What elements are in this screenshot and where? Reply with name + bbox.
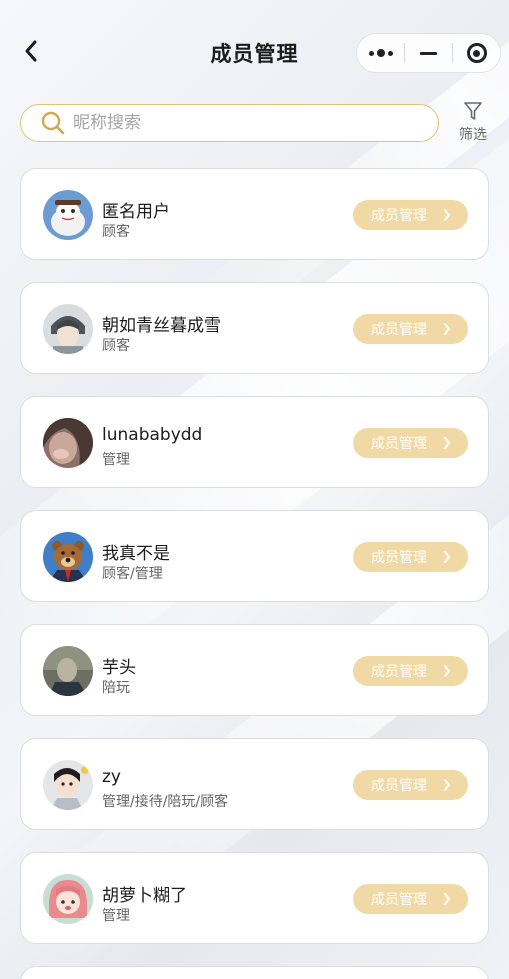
member-card[interactable]: 朝如青丝暮成雪 顾客 成员管理 (20, 282, 489, 374)
manage-button-label: 成员管理 (371, 550, 427, 566)
member-manage-button[interactable]: 成员管理 (353, 884, 468, 914)
avatar (43, 418, 93, 468)
search-input[interactable] (73, 113, 393, 133)
member-manage-button[interactable]: 成员管理 (353, 656, 468, 686)
member-role: 管理 (102, 452, 130, 468)
navigation-bar: 成员管理 (0, 0, 509, 100)
member-card[interactable]: lunababydd 管理 成员管理 (20, 396, 489, 488)
member-card[interactable]: 匿名用户 顾客 成员管理 (20, 168, 489, 260)
member-card[interactable] (20, 966, 489, 979)
chevron-right-icon (444, 551, 450, 563)
member-name: lunababydd (102, 425, 203, 445)
member-name: 我真不是 (102, 544, 170, 564)
manage-button-label: 成员管理 (371, 892, 427, 908)
member-name: 胡萝卜糊了 (102, 886, 187, 906)
member-card[interactable]: 我真不是 顾客/管理 成员管理 (20, 510, 489, 602)
more-dots-icon (368, 49, 393, 57)
avatar (43, 874, 93, 924)
member-list: 匿名用户 顾客 成员管理 朝如青丝暮成雪 顾客 成员管理 lunababydd … (20, 168, 489, 979)
manage-button-label: 成员管理 (371, 778, 427, 794)
avatar (43, 646, 93, 696)
member-manage-button[interactable]: 成员管理 (353, 770, 468, 800)
member-role: 顾客 (102, 338, 130, 354)
search-icon (41, 111, 65, 135)
minimize-button[interactable] (405, 34, 452, 72)
filter-button[interactable]: 筛选 (452, 100, 494, 150)
chevron-right-icon (444, 893, 450, 905)
manage-button-label: 成员管理 (371, 322, 427, 338)
member-manage-button[interactable]: 成员管理 (353, 200, 468, 230)
member-manage-button[interactable]: 成员管理 (353, 428, 468, 458)
member-name: 芋头 (102, 658, 136, 678)
close-button[interactable] (453, 34, 500, 72)
target-icon (466, 43, 487, 63)
member-name: zy (102, 767, 121, 787)
search-bar[interactable] (20, 104, 439, 142)
member-manage-button[interactable]: 成员管理 (353, 542, 468, 572)
avatar (43, 760, 93, 810)
filter-label: 筛选 (459, 127, 487, 143)
member-role: 陪玩 (102, 680, 130, 696)
chevron-right-icon (444, 209, 450, 221)
member-role: 顾客/管理 (102, 566, 163, 582)
member-role: 顾客 (102, 224, 130, 240)
member-role: 管理/接待/陪玩/顾客 (102, 794, 229, 810)
manage-button-label: 成员管理 (371, 436, 427, 452)
member-card[interactable]: 芋头 陪玩 成员管理 (20, 624, 489, 716)
chevron-right-icon (444, 779, 450, 791)
chevron-right-icon (444, 437, 450, 449)
member-name: 匿名用户 (102, 202, 170, 222)
avatar (43, 304, 93, 354)
more-button[interactable] (357, 34, 404, 72)
minus-icon (420, 51, 437, 55)
filter-icon (464, 102, 482, 120)
member-name: 朝如青丝暮成雪 (102, 316, 221, 336)
member-card[interactable]: 胡萝卜糊了 管理 成员管理 (20, 852, 489, 944)
avatar (43, 190, 93, 240)
member-manage-button[interactable]: 成员管理 (353, 314, 468, 344)
chevron-right-icon (444, 323, 450, 335)
member-role: 管理 (102, 908, 130, 924)
member-card[interactable]: zy 管理/接待/陪玩/顾客 成员管理 (20, 738, 489, 830)
mini-program-capsule (356, 33, 501, 73)
manage-button-label: 成员管理 (371, 664, 427, 680)
manage-button-label: 成员管理 (371, 208, 427, 224)
avatar (43, 532, 93, 582)
chevron-right-icon (444, 665, 450, 677)
